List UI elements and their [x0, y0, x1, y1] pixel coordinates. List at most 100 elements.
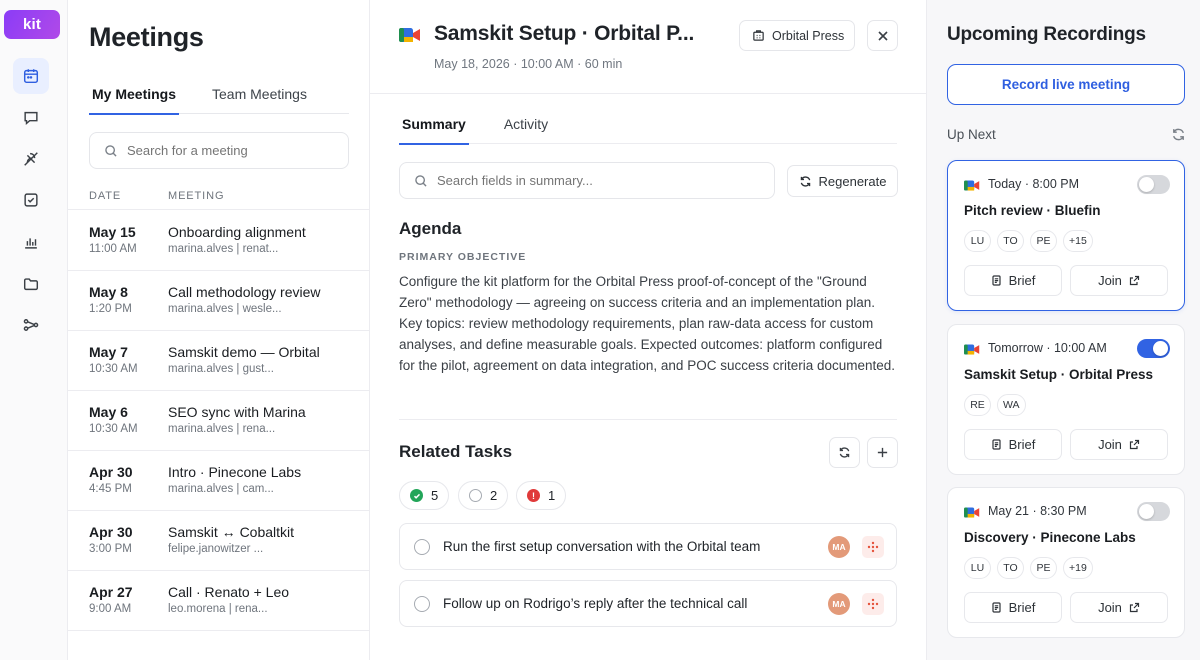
document-icon — [992, 275, 1001, 286]
brief-button[interactable]: Brief — [964, 592, 1062, 623]
open-tasks-filter[interactable]: 2 — [458, 481, 509, 510]
brief-button[interactable]: Brief — [964, 429, 1062, 460]
meeting-row[interactable]: May 6 10:30 AM SEO sync with Marina mari… — [68, 391, 369, 451]
plus-icon — [877, 447, 888, 458]
join-button[interactable]: Join — [1070, 429, 1168, 460]
open-count: 2 — [490, 488, 498, 503]
meeting-row[interactable]: May 15 11:00 AM Onboarding alignment mar… — [68, 211, 369, 271]
meeting-participants: felipe.janowitzer ... — [168, 543, 264, 555]
meeting-time: 9:00 AM — [89, 603, 132, 615]
meeting-name: Onboarding alignment — [168, 224, 306, 240]
brief-label: Brief — [1008, 600, 1036, 615]
nav-rail: kit — [0, 0, 68, 660]
external-link-icon — [1129, 275, 1140, 286]
meeting-date: May 7 — [89, 344, 128, 360]
participant-more: +19 — [1063, 557, 1093, 579]
document-icon — [992, 439, 1001, 450]
task-text: Follow up on Rodrigo’s reply after the t… — [443, 596, 748, 611]
assignee-avatar: MA — [828, 536, 850, 558]
join-button[interactable]: Join — [1070, 265, 1168, 296]
auto-record-toggle[interactable] — [1137, 502, 1170, 521]
recording-card[interactable]: May 21 · 8:30 PM Discovery · Pinecone La… — [947, 487, 1185, 638]
folder-icon[interactable] — [13, 266, 49, 302]
record-live-meeting-button[interactable]: Record live meeting — [947, 64, 1185, 105]
auto-record-toggle[interactable] — [1137, 175, 1170, 194]
company-chip[interactable]: Orbital Press — [739, 20, 855, 51]
brief-button[interactable]: Brief — [964, 265, 1062, 296]
meeting-date: May 15 — [89, 224, 136, 240]
task-item[interactable]: Run the first setup conversation with th… — [399, 523, 897, 570]
external-link-icon — [1129, 602, 1140, 613]
done-tasks-filter[interactable]: 5 — [399, 481, 450, 510]
meeting-row[interactable]: Apr 27 9:00 AM Call · Renato + Leo leo.m… — [68, 571, 369, 631]
calendar-icon[interactable] — [13, 58, 49, 94]
tab-my-meetings[interactable]: My Meetings — [89, 80, 180, 115]
meeting-row[interactable]: May 8 1:20 PM Call methodology review ma… — [68, 271, 369, 331]
meeting-search-input[interactable] — [127, 143, 327, 158]
summary-search[interactable] — [399, 162, 775, 199]
meetings-tabs: My Meetings Team Meetings — [89, 80, 349, 115]
google-meet-icon — [964, 507, 980, 518]
task-checkbox[interactable] — [414, 539, 430, 555]
meeting-date: Apr 27 — [89, 584, 133, 600]
tasks-icon[interactable] — [13, 182, 49, 218]
tab-team-meetings[interactable]: Team Meetings — [209, 80, 310, 114]
meeting-date: May 8 — [89, 284, 128, 300]
refresh-icon — [800, 175, 810, 187]
recording-time: Today · 8:00 PM — [988, 177, 1080, 191]
brief-label: Brief — [1008, 437, 1036, 452]
refresh-tasks-button[interactable] — [829, 437, 860, 468]
auto-record-toggle[interactable] — [1137, 339, 1170, 358]
building-icon — [753, 30, 764, 41]
recording-time: Tomorrow · 10:00 AM — [988, 341, 1107, 355]
join-button[interactable]: Join — [1070, 592, 1168, 623]
regenerate-button[interactable]: Regenerate — [787, 165, 898, 197]
participant-chip: PE — [1030, 557, 1057, 579]
upcoming-title: Upcoming Recordings — [947, 24, 1146, 45]
refresh-icon[interactable] — [1171, 127, 1186, 142]
header-divider — [370, 93, 926, 94]
kit-logo[interactable]: kit — [4, 10, 60, 39]
google-meet-icon — [964, 180, 980, 191]
refresh-icon — [839, 447, 850, 458]
meetings-list-panel: Meetings My Meetings Team Meetings DATE … — [68, 0, 370, 660]
analytics-icon[interactable] — [13, 224, 49, 260]
meeting-participants: marina.alves | rena... — [168, 423, 276, 435]
recording-card[interactable]: Tomorrow · 10:00 AM Samskit Setup · Orbi… — [947, 324, 1185, 475]
meeting-name: Intro · Pinecone Labs — [168, 464, 302, 480]
meeting-time: 11:00 AM — [89, 243, 137, 255]
tab-activity[interactable]: Activity — [501, 108, 551, 144]
summary-search-input[interactable] — [437, 173, 637, 188]
open-circle-icon — [469, 489, 482, 502]
meeting-row[interactable]: Apr 30 3:00 PM Samskit ↔ Cobaltkit felip… — [68, 511, 369, 571]
detail-tabs: Summary Activity — [399, 108, 897, 145]
recording-off-icon[interactable] — [13, 141, 49, 177]
meeting-time: 1:20 PM — [89, 303, 132, 315]
col-date: DATE — [89, 190, 122, 202]
meeting-row[interactable]: Apr 30 4:45 PM Intro · Pinecone Labs mar… — [68, 451, 369, 511]
app: kit Meetings My Meetings Team Meetings S… — [0, 0, 1200, 660]
upcoming-recordings-panel: Upcoming Recordings Record live meeting … — [927, 0, 1200, 660]
meeting-participants: marina.alves | cam... — [168, 483, 274, 495]
meeting-search[interactable] — [89, 132, 349, 169]
integrations-icon[interactable] — [13, 307, 49, 343]
related-tasks-heading: Related Tasks — [399, 442, 513, 461]
join-label: Join — [1098, 600, 1122, 615]
google-meet-icon — [964, 344, 980, 355]
meeting-participants: marina.alves | renat... — [168, 243, 279, 255]
recording-card[interactable]: Today · 8:00 PM Pitch review · Bluefin L… — [947, 160, 1185, 311]
task-checkbox[interactable] — [414, 596, 430, 612]
google-meet-icon — [399, 28, 420, 42]
regenerate-label: Regenerate — [818, 173, 887, 189]
task-item[interactable]: Follow up on Rodrigo’s reply after the t… — [399, 580, 897, 627]
add-task-button[interactable] — [867, 437, 898, 468]
tab-summary[interactable]: Summary — [399, 108, 469, 145]
meeting-row[interactable]: May 7 10:30 AM Samskit demo — Orbital ma… — [68, 331, 369, 391]
overdue-tasks-filter[interactable]: ! 1 — [516, 481, 567, 510]
chat-icon[interactable] — [13, 100, 49, 136]
recording-title: Pitch review · Bluefin — [964, 203, 1101, 218]
participant-chip: WA — [997, 394, 1026, 416]
check-icon — [410, 489, 423, 502]
close-button[interactable] — [867, 20, 898, 51]
participants: RE WA — [964, 394, 1026, 416]
